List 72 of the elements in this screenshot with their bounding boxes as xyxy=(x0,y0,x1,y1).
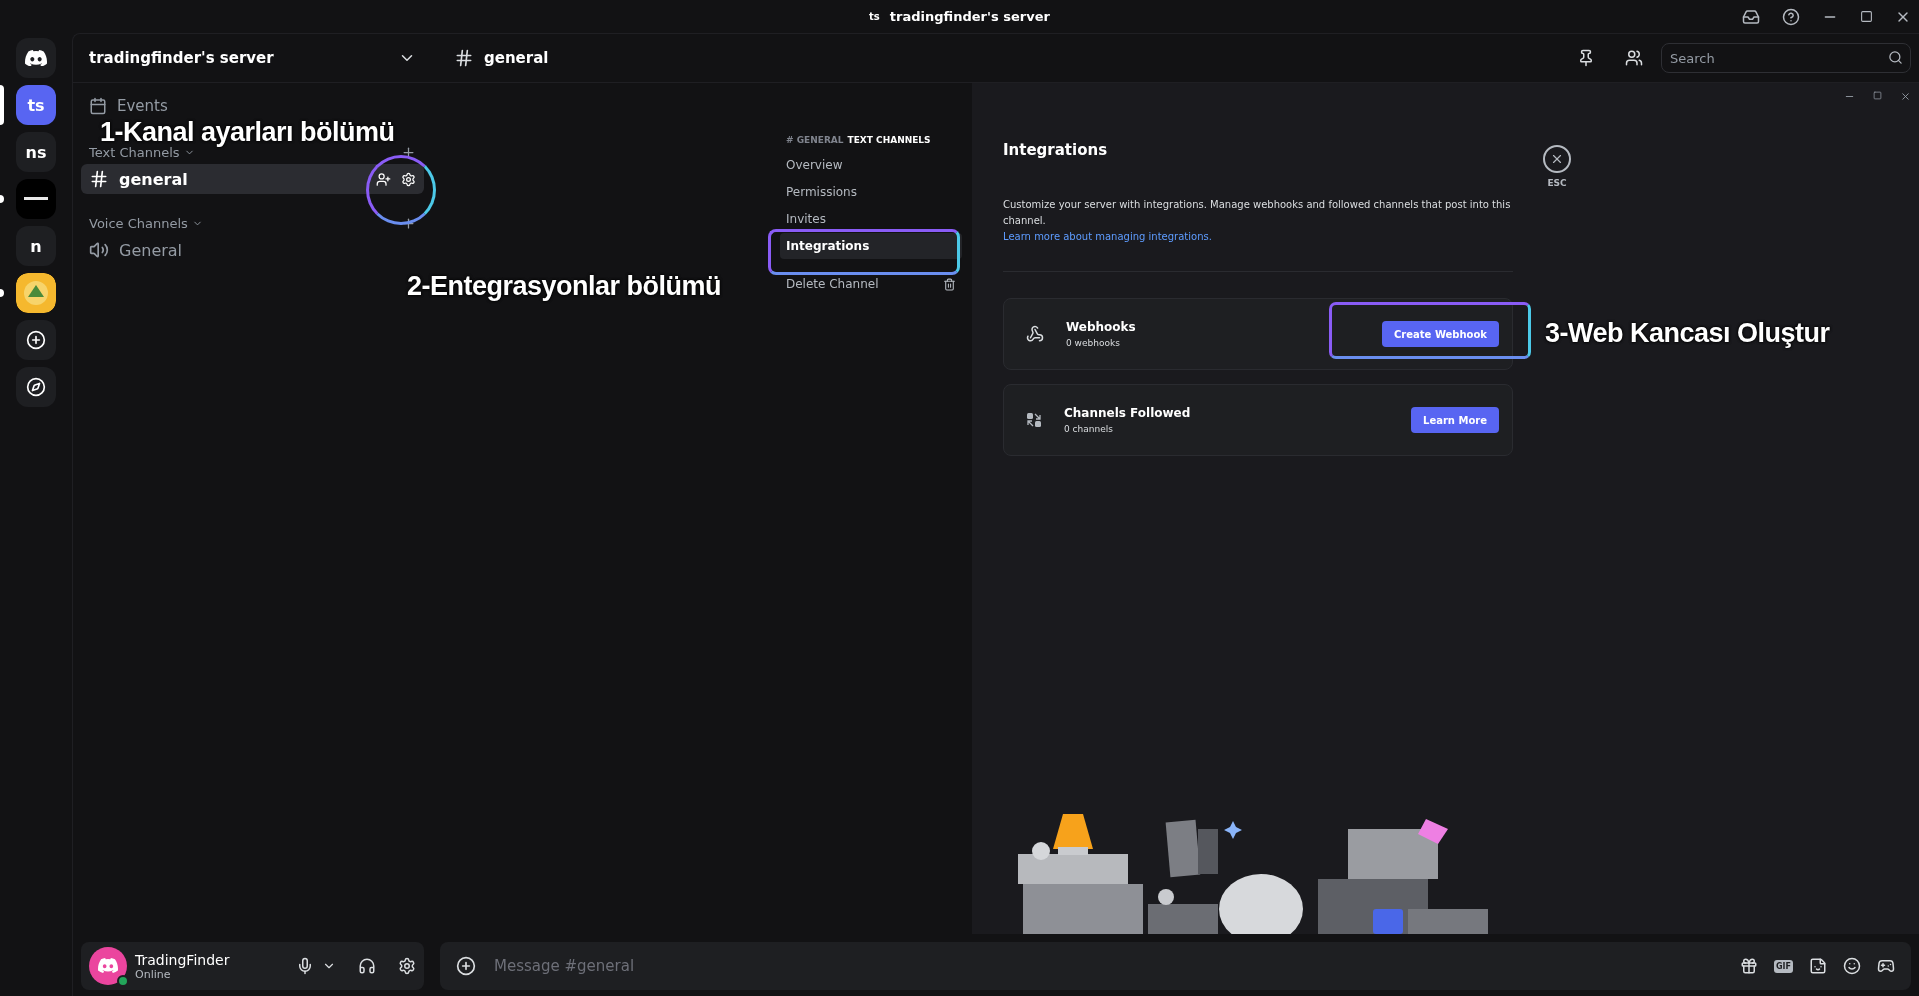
section-heading: # GENERAL TEXT CHANNELS xyxy=(785,135,932,147)
user-status: Online xyxy=(135,967,171,981)
server-initials-label: ts xyxy=(869,11,880,22)
plus-icon xyxy=(26,330,46,350)
settings-menu-item[interactable]: Overview xyxy=(780,152,962,178)
microphone-icon[interactable] xyxy=(296,957,314,975)
annotation-text: 2-Entegrasyonlar bölümü xyxy=(407,271,722,302)
settings-menu-item[interactable]: Delete Channel xyxy=(780,271,962,297)
sticker-icon[interactable] xyxy=(1809,957,1827,975)
category-header[interactable]: Text Channels xyxy=(89,145,195,160)
annotation-text: 1-Kanal ayarları bölümü xyxy=(100,117,395,147)
hash-icon xyxy=(454,48,474,68)
gif-button[interactable]: GIF xyxy=(1774,959,1793,973)
card-title: Webhooks xyxy=(1066,320,1137,334)
headphones-icon[interactable] xyxy=(358,957,376,975)
avatar-logo-icon xyxy=(98,958,118,974)
gamepad-icon[interactable] xyxy=(1877,957,1895,975)
server-icon[interactable] xyxy=(16,273,56,313)
members-icon[interactable] xyxy=(1625,49,1643,67)
emoji-icon[interactable] xyxy=(1843,957,1861,975)
calendar-icon xyxy=(89,97,107,115)
create-webhook-button[interactable]: Create Webhook xyxy=(1382,321,1499,347)
channel-title: general xyxy=(484,49,550,67)
close-icon xyxy=(1550,152,1564,166)
server-icon[interactable]: ns xyxy=(16,132,56,172)
esc-label: ESC xyxy=(1547,178,1567,188)
channel-item[interactable]: general xyxy=(81,164,424,194)
settings-menu-item[interactable]: Permissions xyxy=(780,179,962,205)
settings-menu-item[interactable]: Invites xyxy=(780,206,962,232)
settings-menu-item[interactable]: Integrations xyxy=(780,233,962,259)
home-button[interactable] xyxy=(16,38,56,78)
learn-more-button[interactable]: Learn More xyxy=(1411,407,1499,433)
learn-more-link[interactable]: Learn more about managing integrations. xyxy=(1003,229,1513,245)
search-field[interactable]: Search xyxy=(1661,43,1911,73)
card-title: Channels Followed xyxy=(1064,406,1192,420)
description-text: Customize your server with integrations. Manage webhooks and followed channels that post into this channel. Learn more about managing integrations. xyxy=(1003,197,1513,245)
add-attachment-icon[interactable] xyxy=(456,956,476,976)
close-button[interactable] xyxy=(1543,145,1571,173)
search-icon xyxy=(1888,50,1903,65)
compass-icon xyxy=(26,377,46,397)
server-name[interactable]: tradingfinder's server xyxy=(89,49,274,67)
events-item[interactable]: Events xyxy=(81,93,424,119)
highlight-ring xyxy=(366,155,436,225)
help-icon[interactable] xyxy=(1782,7,1800,26)
user-avatar[interactable] xyxy=(89,947,127,985)
category-header[interactable]: Voice Channels xyxy=(89,216,203,231)
window-title: tradingfinder's server xyxy=(889,9,1050,24)
webhook-icon xyxy=(1026,325,1044,343)
maximize-icon[interactable] xyxy=(1860,10,1873,23)
channel-item[interactable]: General xyxy=(81,235,424,265)
page-title: Integrations xyxy=(1003,141,1109,159)
server-icon[interactable]: n xyxy=(16,226,56,266)
settings-icon[interactable] xyxy=(398,957,416,975)
pin-icon[interactable] xyxy=(1577,49,1595,67)
annotation-text: 3-Web Kancası Oluştur xyxy=(1545,318,1830,349)
grid-arrows-icon xyxy=(1026,412,1042,428)
trash-icon xyxy=(943,277,956,291)
discover-button[interactable] xyxy=(16,367,56,407)
speaker-icon xyxy=(89,240,109,260)
invite-icon[interactable] xyxy=(376,171,391,187)
discord-logo-icon xyxy=(25,49,47,67)
message-field[interactable]: Message #general GIF xyxy=(440,942,1911,990)
server-icon[interactable]: ts xyxy=(16,85,56,125)
user-name: TradingFinder xyxy=(135,951,231,968)
inbox-icon[interactable] xyxy=(1742,7,1760,26)
hash-icon xyxy=(89,169,109,189)
card-subtitle: 0 webhooks xyxy=(1066,338,1121,348)
card-subtitle: 0 channels xyxy=(1064,424,1114,434)
gift-icon[interactable] xyxy=(1740,957,1758,975)
add-server-button[interactable] xyxy=(16,320,56,360)
close-icon[interactable] xyxy=(1900,91,1911,102)
server-icon[interactable] xyxy=(16,179,56,219)
